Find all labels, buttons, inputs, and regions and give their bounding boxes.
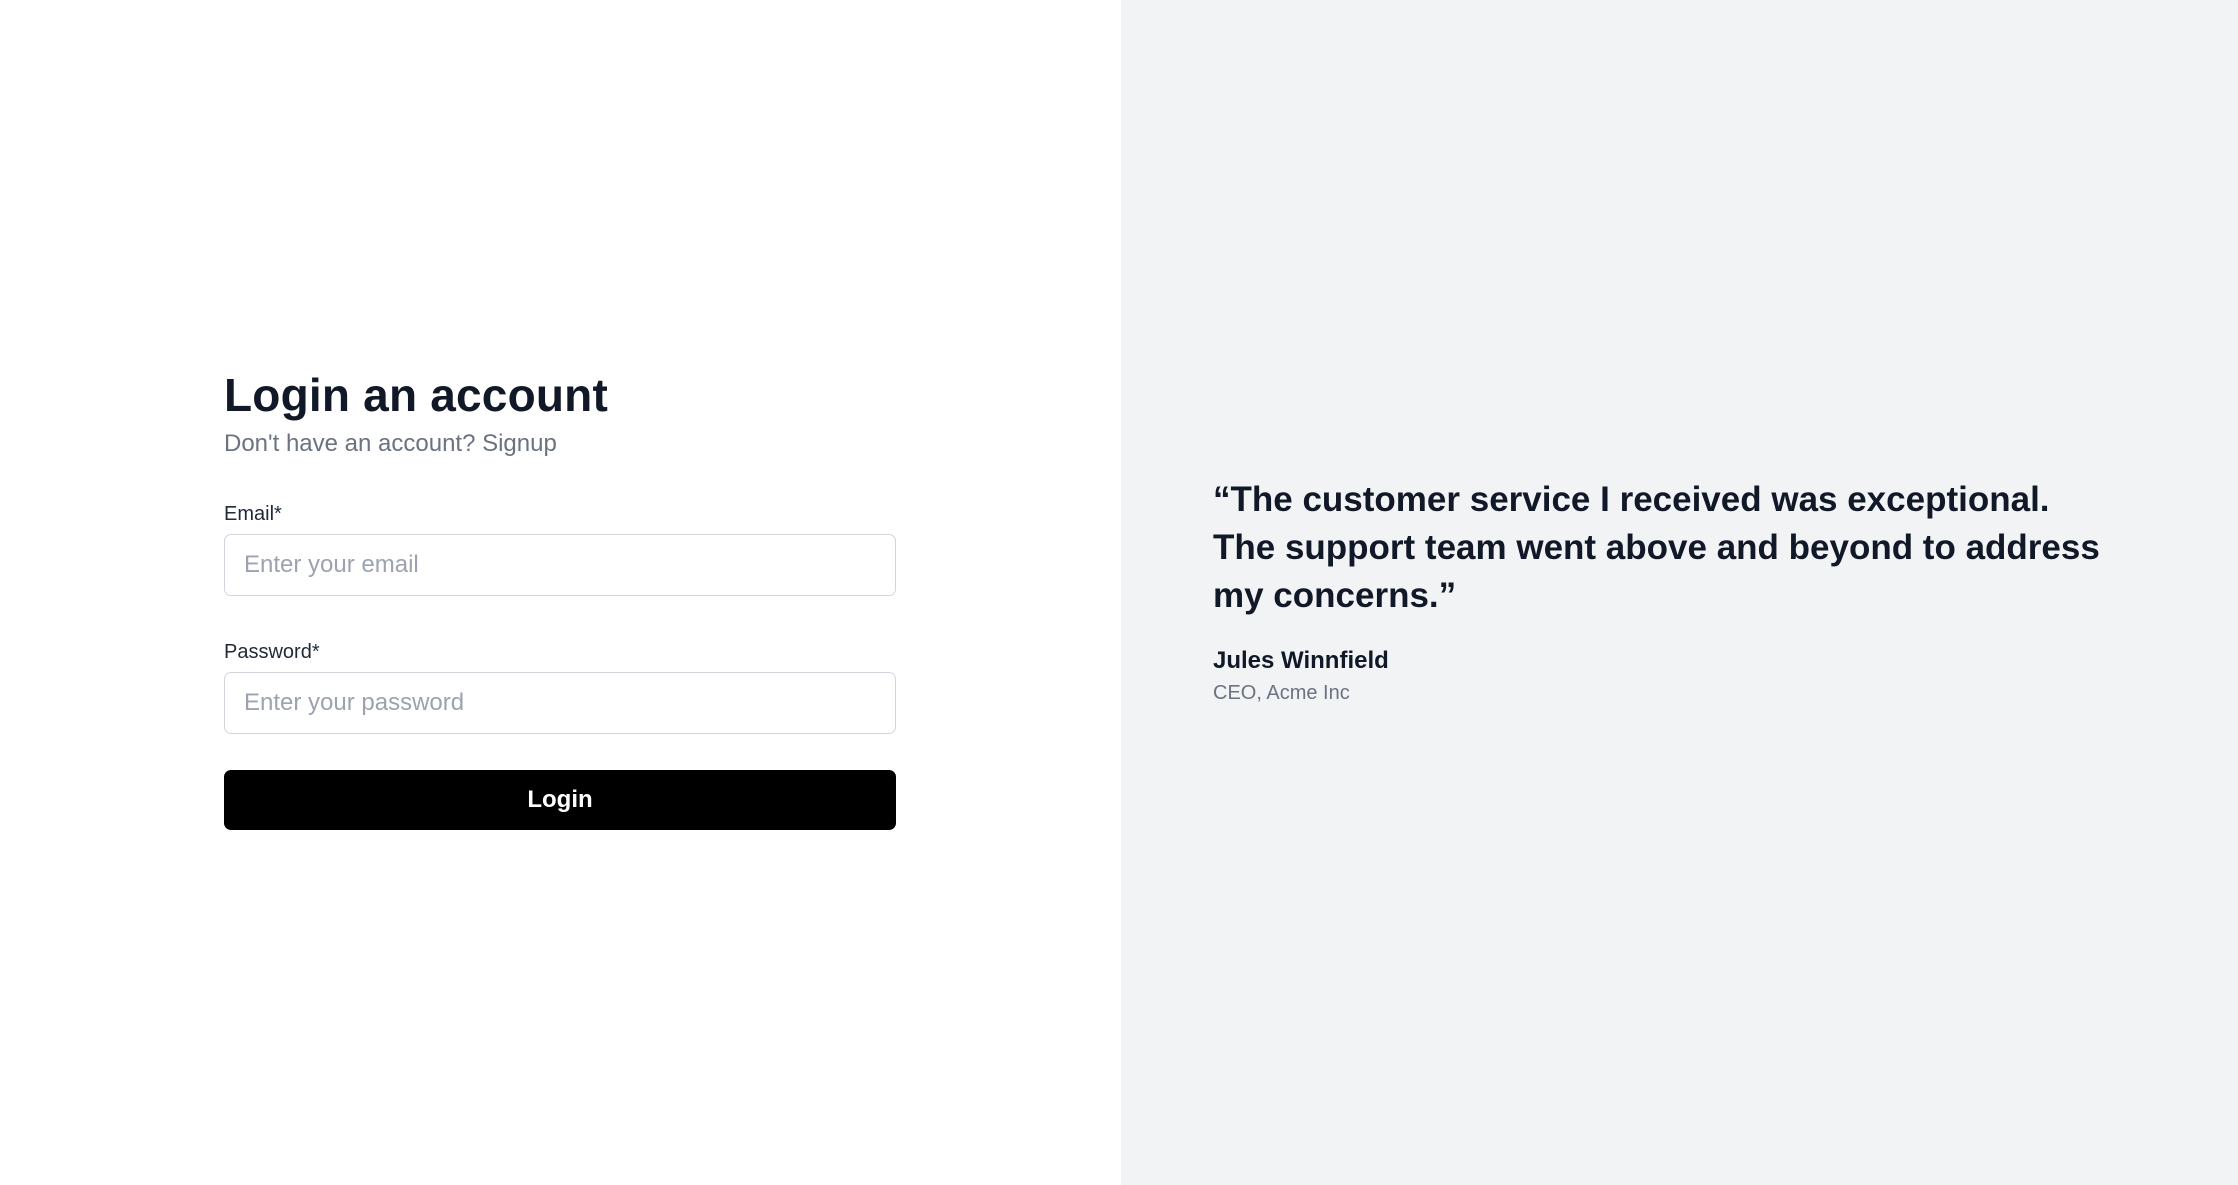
testimonial-quote: “The customer service I received was exc…	[1213, 480, 2100, 615]
password-input[interactable]	[224, 672, 896, 734]
login-form: Login an account Don't have an account? …	[224, 366, 896, 830]
testimonial: “The customer service I received was exc…	[1213, 476, 2113, 706]
testimonial-author-name: Jules Winnfield	[1213, 647, 1389, 674]
login-panel: Login an account Don't have an account? …	[0, 0, 1121, 1185]
login-button[interactable]: Login	[224, 770, 896, 830]
testimonial-panel: “The customer service I received was exc…	[1121, 0, 2238, 1185]
login-page: Login an account Don't have an account? …	[0, 0, 2238, 1185]
password-label: Password*	[224, 641, 320, 663]
signup-prompt: Don't have an account? Signup	[224, 428, 896, 460]
testimonial-author-role: CEO, Acme Inc	[1213, 682, 1350, 704]
signup-link[interactable]: Signup	[482, 430, 557, 457]
email-input[interactable]	[224, 534, 896, 596]
email-label: Email*	[224, 503, 282, 525]
page-title: Login an account	[224, 369, 608, 421]
signup-prompt-text: Don't have an account?	[224, 430, 483, 457]
